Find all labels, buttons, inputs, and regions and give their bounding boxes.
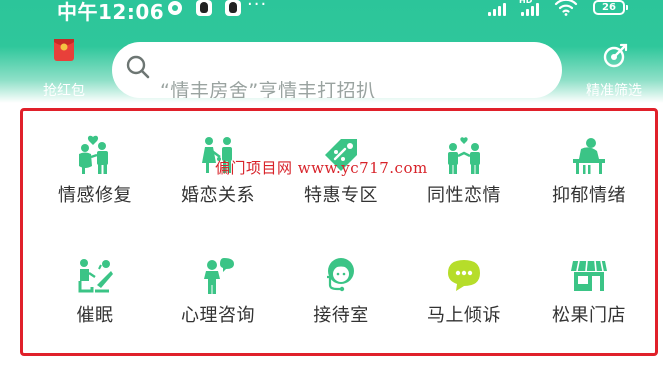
depressed-person-icon: [573, 138, 605, 174]
counselor-icon: [204, 258, 234, 294]
wifi-icon: [554, 0, 578, 16]
category-label: 婚恋关系: [181, 185, 255, 206]
filter-label: 精准筛选: [586, 83, 642, 99]
more-notifications-icon: ···: [247, 0, 268, 15]
search-placeholder: “情丰房舍”亨情丰打招扒: [160, 80, 376, 98]
category-label: 马上倾诉: [427, 305, 501, 326]
red-envelope-icon: [54, 39, 74, 61]
battery-icon: 26: [593, 0, 628, 15]
header: 中午12:06 ··· HD 26 抢红包 “情丰房舍”亨情丰打招扒 精准筛选: [0, 0, 663, 103]
watermark-text: 偏门项目网 www.yc717.com: [215, 159, 428, 177]
status-bar: 中午12:06 ··· HD 26: [0, 0, 663, 24]
category-label: 抑郁情绪: [552, 185, 626, 206]
category-grid: 情感修复 婚恋关系 特惠专区 同性恋情 抑郁情绪 催眠 心理咨询 接待室 马上倾…: [20, 108, 658, 356]
category-hypnosis[interactable]: 催眠: [35, 245, 155, 349]
category-songguo-store[interactable]: 松果门店: [529, 245, 649, 349]
category-emotional-repair[interactable]: 情感修复: [35, 125, 155, 229]
notification-icon: [168, 1, 182, 15]
category-label: 松果门店: [552, 305, 626, 326]
chat-bubble-icon: [448, 260, 480, 291]
category-label: 特惠专区: [304, 185, 378, 206]
couple-heart-icon: [79, 135, 108, 174]
signal-hd-icon: HD: [517, 0, 545, 16]
category-psych-counseling[interactable]: 心理咨询: [158, 245, 278, 349]
search-icon: [126, 55, 150, 79]
same-sex-couple-icon: [448, 137, 480, 174]
red-packet-label: 抢红包: [43, 83, 85, 99]
category-label: 同性恋情: [427, 185, 501, 206]
target-filter-icon: [603, 43, 628, 68]
status-time: 中午12:06: [57, 0, 165, 24]
category-reception-room[interactable]: 接待室: [281, 245, 401, 349]
signal-icon: [484, 0, 512, 16]
store-icon: [571, 260, 607, 291]
category-label: 接待室: [313, 305, 369, 326]
category-label: 情感修复: [58, 185, 132, 206]
qq-notification-icon: [225, 0, 241, 16]
receptionist-icon: [327, 258, 354, 292]
qq-notification-icon: [196, 0, 212, 16]
category-label: 催眠: [76, 305, 114, 326]
app-screen: 中午12:06 ··· HD 26 抢红包 “情丰房舍”亨情丰打招扒 精准筛选 …: [0, 0, 663, 366]
category-depression[interactable]: 抑郁情绪: [529, 125, 649, 229]
search-input[interactable]: “情丰房舍”亨情丰打招扒: [112, 42, 562, 98]
hypnosis-icon: [78, 259, 113, 293]
category-label: 心理咨询: [181, 305, 255, 326]
precise-filter-button[interactable]: 精准筛选: [578, 36, 650, 99]
category-talk-now[interactable]: 马上倾诉: [404, 245, 524, 349]
red-packet-button[interactable]: 抢红包: [38, 36, 90, 99]
